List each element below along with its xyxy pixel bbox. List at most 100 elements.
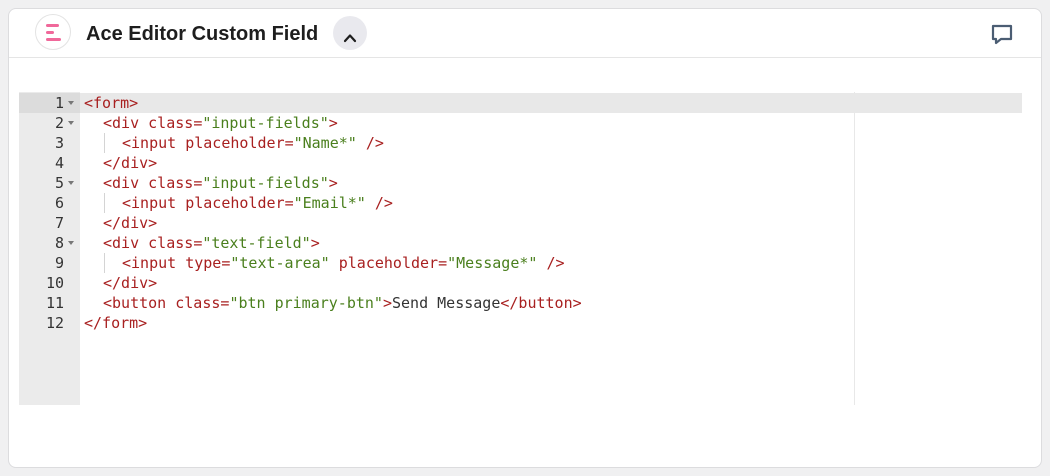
fold-arrow-icon[interactable] [68,101,74,105]
code-token: </div> [103,214,158,232]
code-token: </form> [84,314,148,332]
menu-lines-logo-icon [35,14,71,50]
code-token: "text-field" [202,234,311,252]
code-line[interactable]: 4 </div> [19,153,1022,173]
code-token: > [328,114,338,132]
code-line[interactable]: 1 <form> [19,93,1022,113]
indent-guide [104,133,105,153]
code-line[interactable]: 10 </div> [19,273,1022,293]
line-code: </form> [84,313,147,333]
code-line[interactable]: 3 <input placeholder="Name*" /> [19,133,1022,153]
line-code: </div> [103,213,157,233]
chevron-up-icon [343,34,357,43]
line-number: 3 [54,134,64,152]
code-token: = [284,134,294,152]
line-number: 12 [45,314,64,332]
code-line[interactable]: 7 </div> [19,213,1022,233]
line-number: 8 [54,234,64,252]
code-token: class [175,294,221,312]
code-token: "input-fields" [202,174,329,192]
code-token: <input [122,254,177,272]
line-code: <div class="input-fields"> [103,173,338,193]
code-token: /> [374,194,393,212]
indent-guide [104,193,105,213]
ace-code-editor[interactable]: 1 <form> 2 <div class="input-fields"> 3 <inpu… [19,92,1022,405]
line-code: <input placeholder="Email*" /> [122,193,393,213]
comment-icon [991,24,1013,45]
line-number: 10 [45,274,64,292]
code-token: /> [365,134,384,152]
indent-guide [104,253,105,273]
code-token: = [284,194,294,212]
code-token: = [193,174,203,192]
line-code: <div class="text-field"> [103,233,320,253]
code-token: placeholder [185,134,285,152]
code-token: <button [103,294,167,312]
code-token: <div [103,174,140,192]
collapse-button[interactable] [333,16,367,50]
code-token: "Email*" [293,194,366,212]
code-token: > [310,234,320,252]
code-token: placeholder [338,254,439,272]
code-token: class [148,234,194,252]
line-number: 6 [54,194,64,212]
code-token: = [438,254,448,272]
code-token: > [382,294,392,312]
line-code: <div class="input-fields"> [103,113,338,133]
code-line[interactable]: 9 <input type="text-area" placeholder="Me… [19,253,1022,273]
code-token: <form> [84,94,139,112]
code-token: </button> [500,294,582,312]
panel-title: Ace Editor Custom Field [86,23,319,45]
line-code: <button class="btn primary-btn">Send Mes… [103,293,582,313]
line-code: <input placeholder="Name*" /> [122,133,384,153]
code-token: "Message*" [447,254,538,272]
code-token: <input [122,194,177,212]
code-token: Send Message [392,294,501,312]
line-code: <form> [84,93,138,113]
code-line[interactable]: 2 <div class="input-fields"> [19,113,1022,133]
fold-arrow-icon[interactable] [68,181,74,185]
code-token: "input-fields" [202,114,329,132]
code-token: "text-area" [230,254,330,272]
comment-button[interactable] [989,22,1015,46]
code-line[interactable]: 6 <input placeholder="Email*" /> [19,193,1022,213]
line-number: 4 [54,154,64,172]
code-token: "Name*" [293,134,357,152]
code-token: /> [546,254,565,272]
code-token: class [148,174,194,192]
code-line[interactable]: 12 </form> [19,313,1022,333]
line-number: 5 [54,174,64,192]
line-number: 2 [54,114,64,132]
code-token: type [185,254,222,272]
line-code: </div> [103,153,157,173]
code-token: class [148,114,194,132]
line-number: 1 [54,94,64,112]
code-line[interactable]: 5 <div class="input-fields"> [19,173,1022,193]
code-token: <div [103,234,140,252]
code-line[interactable]: 11 <button class="btn primary-btn">Send M… [19,293,1022,313]
line-code: </div> [103,273,157,293]
panel-header: Ace Editor Custom Field [9,9,1041,58]
code-token: = [193,234,203,252]
code-line[interactable]: 8 <div class="text-field"> [19,233,1022,253]
fold-arrow-icon[interactable] [68,121,74,125]
code-token: </div> [103,154,158,172]
code-token: "btn primary-btn" [229,294,383,312]
code-token: > [328,174,338,192]
fold-arrow-icon[interactable] [68,241,74,245]
code-token: <input [122,134,177,152]
line-code: <input type="text-area" placeholder="Mes… [122,253,565,273]
custom-field-panel: Ace Editor Custom Field 1 <form> 2 <div cla… [8,8,1042,468]
code-token: = [193,114,203,132]
code-token: <div [103,114,140,132]
line-number: 9 [54,254,64,272]
